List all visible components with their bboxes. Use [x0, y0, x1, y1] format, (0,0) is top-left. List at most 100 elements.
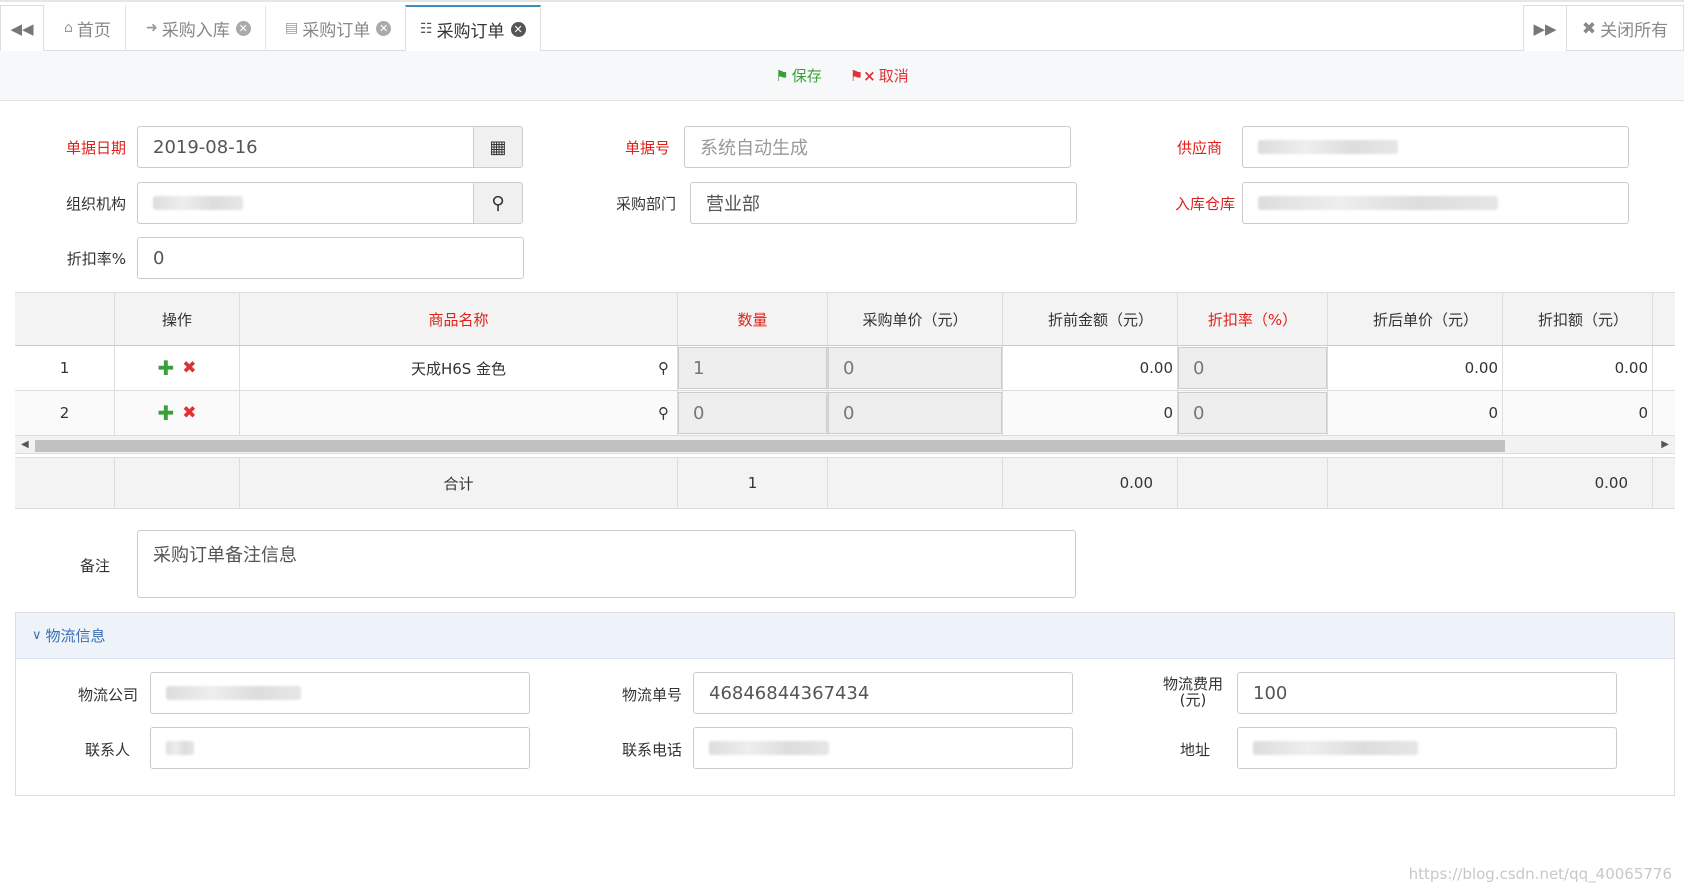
tab-purchase-in[interactable]: ➜ 采购入库 ✕	[132, 5, 266, 51]
date-label: 单据日期	[65, 139, 126, 157]
date-field[interactable]: 2019-08-16	[137, 126, 474, 168]
file-icon: ▤	[285, 20, 299, 36]
logistics-panel-header[interactable]: ∨ 物流信息	[16, 613, 1674, 659]
redacted-value	[1258, 196, 1498, 210]
cancel-icon: ⚑×	[849, 66, 876, 85]
home-icon: ⌂	[64, 20, 73, 36]
save-icon: ⚑	[775, 66, 789, 85]
chevron-down-icon: ∨	[32, 628, 42, 643]
discount-amt-cell: 0.00	[1503, 346, 1653, 390]
grid-header: 操作 商品名称 数量 采购单价（元） 折前金额（元） 折扣率（%） 折后单价（元…	[15, 292, 1675, 346]
phone-field[interactable]	[693, 727, 1073, 769]
delete-row-icon[interactable]: ✖	[182, 358, 196, 378]
redacted-value	[1258, 140, 1398, 154]
col-after-price: 折后单价（元）	[1328, 293, 1503, 345]
docno-field[interactable]: 系统自动生成	[684, 126, 1071, 168]
close-tab-icon[interactable]: ✕	[235, 20, 251, 36]
qty-input[interactable]: 0	[678, 392, 827, 434]
redacted-value	[166, 686, 301, 700]
table-row: 1 ✚ ✖ 天成H6S 金色 ⚲ 1 0 0.00 0 0.00 0.00	[15, 346, 1675, 391]
remark-label: 备注	[79, 557, 110, 575]
col-product: 商品名称	[240, 293, 678, 345]
product-cell[interactable]: 天成H6S 金色 ⚲	[240, 346, 678, 390]
logistics-fee-field[interactable]: 100	[1237, 672, 1617, 714]
tab-purchase-order-1[interactable]: ▤ 采购订单 ✕	[271, 5, 407, 51]
scrollbar-thumb[interactable]	[35, 440, 1505, 452]
scroll-left-arrow-icon[interactable]: ◀	[21, 436, 29, 454]
toolbar: ⚑ 保存 ⚑× 取消	[0, 51, 1684, 101]
rate-input[interactable]: 0	[1178, 392, 1327, 434]
clipboard-icon: ☷	[420, 21, 433, 37]
product-cell[interactable]: ⚲	[240, 391, 678, 435]
row-index: 1	[15, 346, 115, 390]
add-row-icon[interactable]: ✚	[157, 356, 174, 380]
org-field[interactable]	[137, 182, 474, 224]
redacted-value	[709, 741, 829, 755]
close-tab-icon[interactable]: ✕	[376, 20, 392, 36]
redacted-value	[1253, 741, 1418, 755]
logistics-company-field[interactable]	[150, 672, 530, 714]
col-amount: 折前金额（元）	[1003, 293, 1178, 345]
supplier-field[interactable]	[1242, 126, 1629, 168]
col-ops: 操作	[115, 293, 240, 345]
close-all-tabs-button[interactable]: ✖ 关闭所有	[1566, 5, 1684, 51]
warehouse-label: 入库仓库	[1174, 195, 1235, 213]
org-search-button[interactable]: ⚲	[473, 182, 523, 224]
contact-field[interactable]	[150, 727, 530, 769]
amount-cell: 0.00	[1003, 346, 1178, 390]
tab-scroll-right-button[interactable]: ▶▶	[1523, 5, 1567, 51]
total-qty: 1	[678, 458, 828, 508]
search-icon[interactable]: ⚲	[658, 359, 669, 377]
col-index	[15, 293, 115, 345]
total-label: 合计	[240, 458, 678, 508]
total-discount-amt: 0.00	[1503, 458, 1653, 508]
col-rate: 折扣率（%）	[1178, 293, 1328, 345]
search-icon[interactable]: ⚲	[658, 404, 669, 422]
search-icon: ⚲	[491, 192, 505, 214]
col-discount-amt: 折扣额（元）	[1503, 293, 1653, 345]
rate-input[interactable]: 0	[1178, 347, 1327, 389]
phone-label: 联系电话	[621, 741, 682, 759]
discount-label: 折扣率%	[66, 250, 126, 268]
tab-purchase-order-active[interactable]: ☷ 采购订单 ✕	[405, 5, 541, 52]
close-tab-icon[interactable]: ✕	[510, 21, 526, 37]
address-field[interactable]	[1237, 727, 1617, 769]
after-price-cell: 0	[1328, 391, 1503, 435]
calendar-button[interactable]: ▦	[473, 126, 523, 168]
tab-scroll-left-button[interactable]: ◀◀	[0, 5, 44, 51]
total-amount: 0.00	[1003, 458, 1178, 508]
org-label: 组织机构	[65, 195, 126, 213]
cancel-button[interactable]: ⚑× 取消	[850, 65, 909, 86]
horizontal-scrollbar[interactable]: ◀ ▶	[15, 436, 1675, 454]
delete-row-icon[interactable]: ✖	[182, 403, 196, 423]
price-input[interactable]: 0	[828, 347, 1002, 389]
save-button[interactable]: ⚑ 保存	[775, 65, 821, 86]
price-input[interactable]: 0	[828, 392, 1002, 434]
qty-input[interactable]: 1	[678, 347, 827, 389]
dept-field[interactable]: 营业部	[690, 182, 1077, 224]
double-chevron-right-icon: ▶▶	[1533, 19, 1557, 38]
discount-field[interactable]: 0	[137, 237, 524, 279]
watermark: https://blog.csdn.net/qq_40065776	[1408, 865, 1672, 883]
discount-amt-cell: 0	[1503, 391, 1653, 435]
scroll-right-arrow-icon[interactable]: ▶	[1661, 436, 1669, 454]
address-label: 地址	[1179, 741, 1210, 759]
tab-home[interactable]: ⌂ 首页	[50, 5, 126, 51]
top-border	[0, 0, 1684, 2]
waybill-field[interactable]: 46846844367434	[693, 672, 1073, 714]
remark-textarea[interactable]: 采购订单备注信息	[137, 530, 1076, 598]
col-qty: 数量	[678, 293, 828, 345]
logistics-fee-label: 物流费用 (元)	[1162, 675, 1223, 709]
contact-label: 联系人	[84, 741, 130, 759]
row-index: 2	[15, 391, 115, 435]
row-ops: ✚ ✖	[115, 346, 240, 390]
amount-cell: 0	[1003, 391, 1178, 435]
table-row: 2 ✚ ✖ ⚲ 0 0 0 0 0 0	[15, 391, 1675, 436]
docno-label: 单据号	[624, 139, 670, 157]
warehouse-field[interactable]	[1242, 182, 1629, 224]
after-price-cell: 0.00	[1328, 346, 1503, 390]
supplier-label: 供应商	[1176, 139, 1222, 157]
calendar-grid-icon: ▦	[489, 136, 507, 158]
add-row-icon[interactable]: ✚	[157, 401, 174, 425]
sign-in-icon: ➜	[146, 20, 158, 36]
